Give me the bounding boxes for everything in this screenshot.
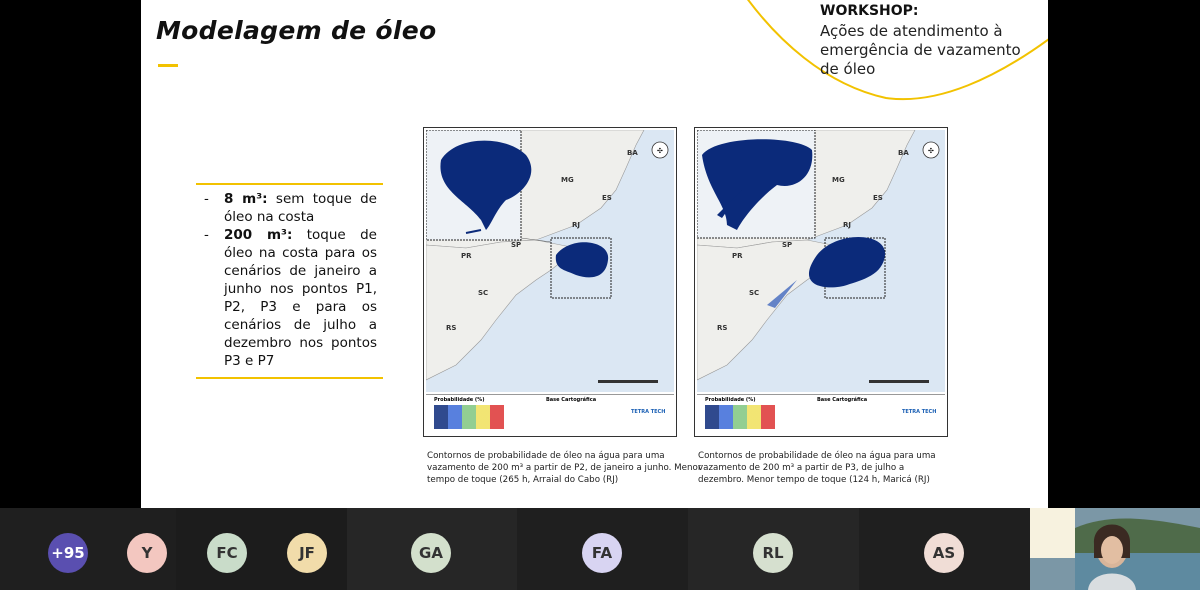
avatar-initials: +95 — [51, 544, 85, 562]
map-label-sp: SP — [782, 241, 792, 249]
map-label-ba: BA — [627, 149, 638, 157]
map-figure: ✣ BA MG ES RJ SP PR SC RS — [426, 130, 674, 392]
map-legend: Probabilidade (%) Base Cartográfica TETR… — [697, 394, 945, 434]
bullet-dash: - — [204, 227, 209, 243]
map-label-es: ES — [602, 194, 612, 202]
map-label-es: ES — [873, 194, 883, 202]
avatar-initials: GA — [419, 544, 443, 562]
avatar-initials: Y — [141, 544, 153, 562]
map-legend: Probabilidade (%) Base Cartográfica TETR… — [426, 394, 674, 434]
avatar[interactable]: JF — [287, 533, 327, 573]
map-label-pr: PR — [732, 252, 743, 260]
map-figure: ✣ BA MG ES RJ SP PR SC RS — [697, 130, 945, 392]
avatar[interactable]: AS — [924, 533, 964, 573]
avatar[interactable]: RL — [753, 533, 793, 573]
avatar[interactable]: FC — [207, 533, 247, 573]
map-label-sc: SC — [478, 289, 488, 297]
avatar[interactable]: FA — [582, 533, 622, 573]
svg-text:✣: ✣ — [657, 147, 663, 155]
bullet-dash: - — [204, 191, 209, 207]
slide-title: Modelagem de óleo — [156, 16, 437, 45]
avatar-initials: JF — [299, 544, 315, 562]
slide: Modelagem de óleo WORKSHOP: Ações de ate… — [141, 0, 1048, 508]
avatar[interactable]: GA — [411, 533, 451, 573]
avatar-initials: AS — [932, 544, 956, 562]
map-label-rs: RS — [717, 324, 727, 332]
legend-swatches — [434, 405, 504, 429]
brand-logo: TETRA TECH — [631, 409, 666, 415]
map-label-sc: SC — [749, 289, 759, 297]
avatar[interactable]: Y — [127, 533, 167, 573]
bullet-bold: 200 m³: — [224, 227, 293, 243]
map-label-ba: BA — [898, 149, 909, 157]
map-label-sp: SP — [511, 241, 521, 249]
oil-probability-map-1: ✣ BA MG ES RJ SP PR SC RS Probabilidade … — [423, 127, 677, 437]
legend-base-title: Base Cartográfica — [546, 397, 597, 403]
avatar-initials: FA — [591, 544, 613, 562]
map-caption-1: Contornos de probabilidade de óleo na ág… — [427, 451, 702, 485]
workshop-subtitle: Ações de atendimento à emergência de vaz… — [820, 22, 1021, 78]
legend-base-title: Base Cartográfica — [817, 397, 868, 403]
legend-swatches — [705, 405, 775, 429]
legend-title: Probabilidade (%) — [434, 397, 485, 403]
avatar-overflow-count[interactable]: +95 — [48, 533, 88, 573]
presentation-stage: Modelagem de óleo WORKSHOP: Ações de ate… — [0, 0, 1200, 508]
bullet-list: - 8 m³: sem toque de óleo na costa - 200… — [196, 183, 383, 379]
map-label-pr: PR — [461, 252, 472, 260]
avatar-initials: FC — [216, 544, 238, 562]
oil-probability-map-2: ✣ BA MG ES RJ SP PR SC RS Probabilidade … — [694, 127, 948, 437]
bullet-bold: 8 m³: — [224, 191, 268, 207]
title-underline — [158, 64, 178, 67]
legend-title: Probabilidade (%) — [705, 397, 756, 403]
brand-logo: TETRA TECH — [902, 409, 937, 415]
svg-text:✣: ✣ — [928, 147, 934, 155]
map-label-rj: RJ — [572, 221, 580, 229]
map-label-rs: RS — [446, 324, 456, 332]
participant-strip: +95 Y FC JF GA FA RL AS — [0, 508, 1200, 590]
map-caption-2: Contornos de probabilidade de óleo na ág… — [698, 451, 936, 485]
workshop-heading: WORKSHOP: — [820, 3, 919, 19]
speaker-video[interactable] — [1030, 508, 1200, 590]
map-label-mg: MG — [561, 176, 574, 184]
speaker-video-frame — [1030, 508, 1200, 590]
bullet-item: - 200 m³: toque de óleo na costa para os… — [202, 226, 377, 370]
avatar-initials: RL — [762, 544, 784, 562]
map-label-mg: MG — [832, 176, 845, 184]
bullet-text: toque de óleo na costa para os cenários … — [224, 227, 377, 369]
map-label-rj: RJ — [843, 221, 851, 229]
bullet-item: - 8 m³: sem toque de óleo na costa — [202, 190, 377, 226]
